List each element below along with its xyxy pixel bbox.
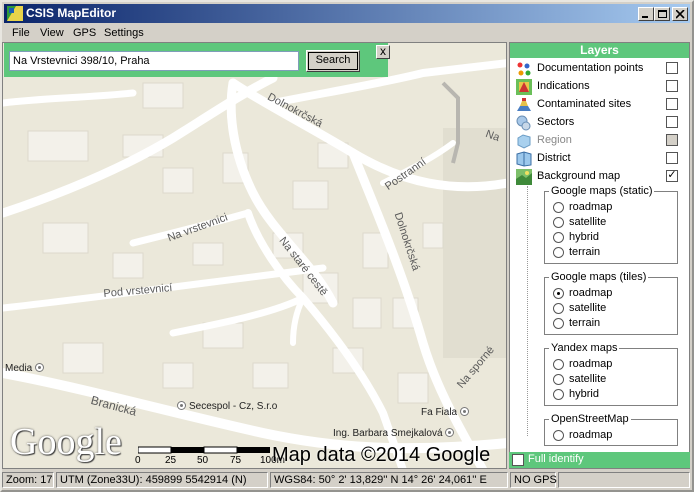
- radio-icon: [553, 374, 564, 385]
- menu-bar: File View GPS Settings: [4, 24, 690, 43]
- radio-icon: [553, 303, 564, 314]
- radio-selected-icon: [553, 288, 564, 299]
- layer-sectors[interactable]: Sectors: [516, 114, 686, 132]
- group-title: Yandex maps: [549, 342, 620, 354]
- layer-checkbox[interactable]: [666, 80, 678, 92]
- layer-label: Indications: [537, 80, 590, 92]
- menu-file[interactable]: File: [12, 27, 30, 39]
- poi-secespol[interactable]: Secespol - Cz, S.r.o: [177, 401, 277, 412]
- group-google-static: Google maps (static) roadmap satellite h…: [544, 185, 678, 264]
- maximize-button[interactable]: [654, 7, 670, 21]
- poi-smejkalova[interactable]: Ing. Barbara Smejkalová: [333, 428, 457, 439]
- group-openstreetmap: OpenStreetMap roadmap: [544, 413, 678, 446]
- layer-district[interactable]: District: [516, 150, 686, 168]
- full-identify-toggle[interactable]: Full identify: [509, 452, 690, 468]
- layer-label: Background map: [537, 170, 621, 182]
- map-attribution: Map data ©2014 Google: [272, 444, 491, 466]
- layer-region: Region: [516, 132, 686, 150]
- poi-marker-icon: [35, 363, 45, 372]
- layer-checkbox[interactable]: [666, 116, 678, 128]
- layer-checkbox[interactable]: [666, 98, 678, 110]
- scale-tick: 25: [165, 455, 177, 466]
- status-zoom: Zoom: 17: [2, 472, 54, 488]
- poi-marker-icon: [177, 401, 186, 410]
- radio-icon: [553, 247, 564, 258]
- layer-checkbox[interactable]: [666, 62, 678, 74]
- close-button[interactable]: [672, 7, 688, 21]
- search-bar: Search x: [4, 43, 390, 77]
- district-icon: [516, 151, 532, 167]
- minimize-icon: [642, 16, 648, 18]
- group-title: Google maps (tiles): [549, 271, 649, 283]
- radio-icon: [553, 430, 564, 441]
- documentation-points-icon: [517, 62, 531, 76]
- layer-label: Documentation points: [537, 62, 644, 74]
- status-utm: UTM (Zone33U): 459899 5542914 (N): [56, 472, 268, 488]
- radio-icon: [553, 202, 564, 213]
- layer-documentation-points[interactable]: Documentation points: [516, 60, 686, 78]
- background-map-icon: [516, 169, 532, 185]
- layer-label: District: [537, 152, 571, 164]
- window-title: CSIS MapEditor: [26, 6, 117, 20]
- menu-settings[interactable]: Settings: [104, 27, 144, 39]
- layer-label: Sectors: [537, 116, 575, 128]
- layer-checkbox-checked[interactable]: ✓: [666, 170, 678, 182]
- layer-background-map[interactable]: Background map ✓: [516, 168, 686, 186]
- region-icon: [517, 134, 531, 149]
- poi-marker-icon: [459, 407, 469, 416]
- group-google-tiles: Google maps (tiles) roadmap satellite te…: [544, 271, 678, 335]
- group-title: Google maps (static): [549, 185, 655, 197]
- title-bar[interactable]: CSIS MapEditor: [4, 4, 690, 23]
- full-identify-checkbox[interactable]: [512, 454, 524, 466]
- layer-checkbox[interactable]: [666, 152, 678, 164]
- status-gps: NO GPS: [510, 472, 557, 488]
- indications-icon: [516, 79, 532, 95]
- poi-fa-fiala[interactable]: Fa Fiala: [421, 407, 472, 418]
- menu-view[interactable]: View: [40, 27, 64, 39]
- maximize-icon: [658, 10, 667, 18]
- app-icon: [7, 6, 23, 21]
- radio-icon: [553, 232, 564, 243]
- radio-icon: [553, 389, 564, 400]
- layer-label: Region: [537, 134, 572, 146]
- scale-tick: 0: [135, 455, 141, 466]
- poi-media[interactable]: Media: [5, 363, 47, 374]
- poi-marker-icon: [445, 428, 455, 437]
- scale-tick: 75: [230, 455, 242, 466]
- layer-checkbox: [666, 134, 678, 146]
- search-input[interactable]: [9, 51, 299, 71]
- group-yandex: Yandex maps roadmap satellite hybrid: [544, 342, 678, 406]
- status-wgs84: WGS84: 50° 2' 13,829'' N 14° 26' 24,061'…: [270, 472, 508, 488]
- layer-label: Contaminated sites: [537, 98, 632, 110]
- status-bar: Zoom: 17 UTM (Zone33U): 459899 5542914 (…: [2, 471, 690, 489]
- map-view[interactable]: Dolnokrčská Na vrstevnici Pod vrstevnicí…: [2, 42, 507, 469]
- radio-icon: [553, 359, 564, 370]
- close-icon: [676, 10, 685, 19]
- google-logo: Google: [10, 421, 122, 463]
- sectors-icon: [516, 115, 531, 131]
- layer-contaminated-sites[interactable]: Contaminated sites: [516, 96, 686, 114]
- scale-tick: 50: [197, 455, 209, 466]
- minimize-button[interactable]: [638, 7, 654, 21]
- status-empty: [558, 472, 690, 488]
- layer-indications[interactable]: Indications: [516, 78, 686, 96]
- radio-icon: [553, 217, 564, 228]
- tree-connector: [527, 186, 528, 436]
- full-identify-label: Full identify: [528, 453, 584, 465]
- layers-panel-title: Layers: [510, 43, 689, 58]
- search-button[interactable]: Search: [306, 50, 360, 72]
- contaminated-sites-icon: [517, 98, 531, 111]
- close-search-button[interactable]: x: [376, 45, 390, 59]
- radio-icon: [553, 318, 564, 329]
- menu-gps[interactable]: GPS: [73, 27, 96, 39]
- layers-panel: Layers Documentation points Indications …: [509, 42, 690, 469]
- group-title: OpenStreetMap: [549, 413, 631, 425]
